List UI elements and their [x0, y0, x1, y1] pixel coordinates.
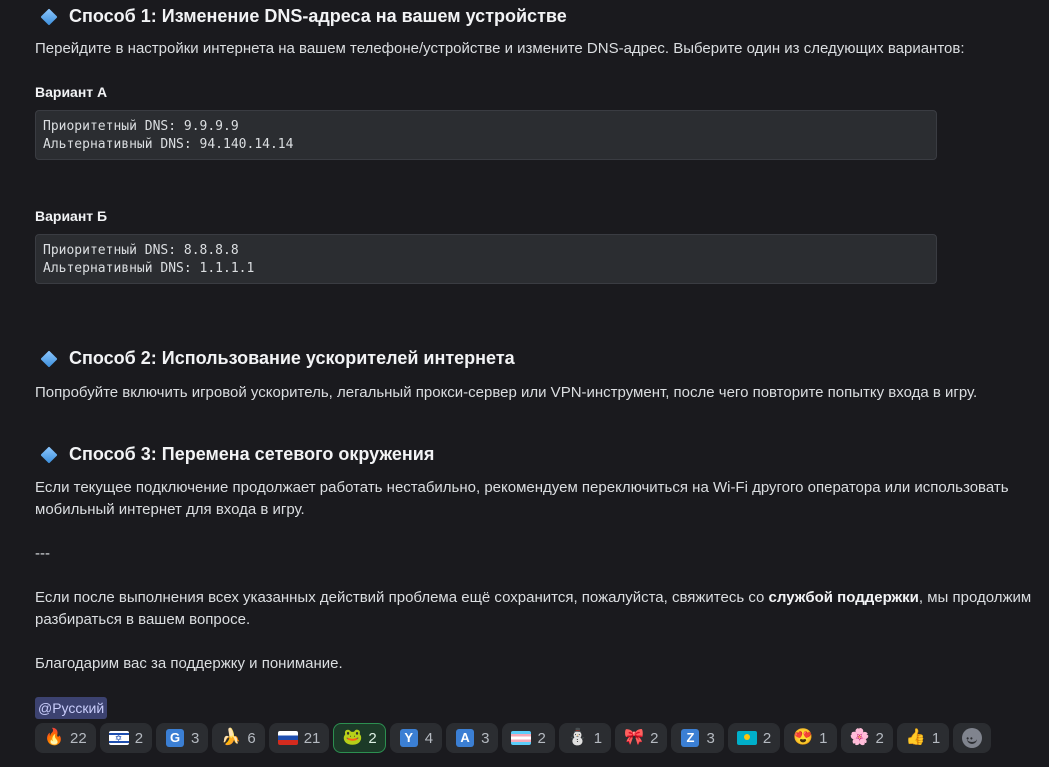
reaction-count: 3 [481, 729, 490, 747]
reaction-count: 1 [819, 729, 828, 747]
reaction-snowman[interactable]: ⛄ 1 [558, 723, 612, 753]
variant-b-label: Вариант Б [35, 208, 108, 224]
section-heading-method-3: Способ 3: Перемена сетевого окружения [40, 444, 434, 465]
israel-flag-icon [108, 728, 129, 748]
add-reaction-icon [962, 728, 983, 749]
reactions-bar: 🔥 22 2 G 3 🍌 6 21 🐸 2 Y 4 A 3 2 ⛄ 1 🎀 2 [35, 723, 992, 753]
support-text-line-2: разбираться в вашем вопросе. [35, 611, 251, 628]
reaction-fire[interactable]: 🔥 22 [35, 723, 96, 753]
code-line: Альтернативный DNS: 1.1.1.1 [43, 261, 255, 276]
reaction-count: 3 [191, 729, 200, 747]
reaction-count: 4 [424, 729, 434, 747]
thanks-text: Благодарим вас за поддержку и понимание. [35, 655, 343, 672]
thumbs-up-icon: 👍 [905, 729, 926, 746]
method-1-text: Перейдите в настройки интернета на вашем… [35, 40, 965, 57]
letter-z-icon: Z [680, 728, 700, 748]
heading-text: Способ 1: Изменение DNS-адреса на вашем … [69, 6, 567, 26]
reaction-count: 1 [931, 729, 941, 747]
reaction-count: 2 [368, 729, 377, 747]
reaction-count: 2 [650, 729, 659, 747]
reaction-kazakhstan-flag[interactable]: 2 [727, 723, 781, 753]
separator: --- [35, 545, 50, 562]
reaction-custom-frog[interactable]: 🐸 2 [333, 723, 386, 753]
reaction-count: 2 [875, 729, 884, 747]
variant-a-label: Вариант А [35, 84, 108, 100]
custom-anime-icon: 🎀 [624, 729, 645, 746]
kazakhstan-flag-icon [736, 728, 757, 748]
reaction-count: 2 [537, 729, 546, 747]
reaction-custom-anime-girl[interactable]: 🌸 2 [840, 723, 893, 753]
reaction-count: 22 [70, 729, 87, 747]
reaction-count: 6 [247, 729, 256, 747]
code-line: Приоритетный DNS: 8.8.8.8 [43, 243, 239, 258]
method-3-text-line-2: мобильный интернет для входа в игру. [35, 501, 305, 518]
blue-diamond-icon [40, 350, 58, 367]
reaction-letter-y[interactable]: Y 4 [389, 723, 443, 753]
code-block-variant-a: Приоритетный DNS: 9.9.9.9 Альтернативный… [35, 110, 937, 160]
method-2-text: Попробуйте включить игровой ускоритель, … [35, 384, 978, 401]
support-link-bold: службой поддержки [768, 589, 919, 606]
reaction-israel-flag[interactable]: 2 [99, 723, 153, 753]
reaction-count: 1 [593, 729, 603, 747]
banana-icon: 🍌 [221, 729, 242, 746]
reaction-heart-eyes[interactable]: 😍 1 [784, 723, 837, 753]
reaction-count: 2 [134, 729, 144, 747]
letter-g-icon: G [165, 728, 185, 748]
reaction-letter-z[interactable]: Z 3 [671, 723, 724, 753]
reaction-transgender-flag[interactable]: 2 [502, 723, 555, 753]
reaction-custom-anime[interactable]: 🎀 2 [615, 723, 668, 753]
reaction-letter-a[interactable]: A 3 [446, 723, 499, 753]
role-mention[interactable]: @Русский [35, 697, 108, 719]
section-heading-method-2: Способ 2: Использование ускорителей инте… [40, 348, 515, 369]
heart-eyes-icon: 😍 [793, 729, 814, 746]
reaction-count: 21 [303, 729, 321, 747]
support-text-before: Если после выполнения всех указанных дей… [35, 589, 769, 606]
reaction-russia-flag[interactable]: 21 [268, 723, 330, 753]
code-block-variant-b: Приоритетный DNS: 8.8.8.8 Альтернативный… [35, 234, 937, 284]
section-heading-method-1: Способ 1: Изменение DNS-адреса на вашем … [40, 6, 567, 27]
fire-icon: 🔥 [44, 729, 64, 746]
blue-diamond-icon [40, 446, 58, 463]
letter-a-icon: A [455, 728, 475, 748]
reaction-letter-g[interactable]: G 3 [156, 723, 209, 753]
custom-frog-icon: 🐸 [342, 729, 363, 746]
method-3-text-line-1: Если текущее подключение продолжает рабо… [35, 479, 1009, 496]
support-text-after: , мы продолжим [918, 589, 1032, 606]
reaction-count: 2 [762, 729, 772, 747]
code-line: Альтернативный DNS: 94.140.14.14 [43, 137, 294, 152]
code-line: Приоритетный DNS: 9.9.9.9 [43, 119, 239, 134]
russia-flag-icon [277, 728, 298, 748]
support-text-line-1: Если после выполнения всех указанных дей… [35, 587, 1031, 609]
reaction-banana[interactable]: 🍌 6 [212, 723, 265, 753]
blue-diamond-icon [40, 8, 58, 25]
add-reaction-button[interactable] [953, 723, 992, 753]
letter-y-icon: Y [399, 728, 419, 748]
snowman-icon: ⛄ [567, 729, 588, 746]
heading-text: Способ 3: Перемена сетевого окружения [69, 444, 435, 464]
reaction-thumbs-up[interactable]: 👍 1 [896, 723, 950, 753]
transgender-flag-icon [511, 728, 532, 748]
heading-text: Способ 2: Использование ускорителей инте… [69, 348, 515, 368]
reaction-count: 3 [706, 729, 715, 747]
custom-anime-girl-icon: 🌸 [849, 729, 870, 746]
